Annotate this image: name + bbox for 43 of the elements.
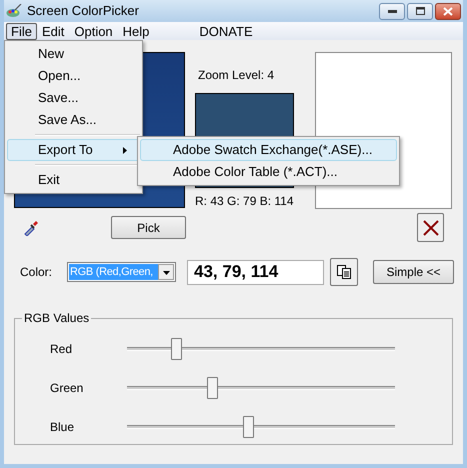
- minimize-button[interactable]: [379, 2, 405, 20]
- color-label: Color:: [20, 264, 52, 281]
- palette-icon: [6, 4, 22, 18]
- minimize-icon: [388, 10, 396, 12]
- maximize-icon: [416, 7, 424, 15]
- slider-thumb[interactable]: [242, 416, 254, 438]
- x-icon: [422, 218, 440, 236]
- menu-option[interactable]: Adobe Swatch Exchange(*.ASE)...: [140, 139, 397, 161]
- simple-mode-button[interactable]: Simple <<: [373, 260, 454, 284]
- rgb-readout: R: 43 G: 79 B: 114: [195, 193, 294, 210]
- zoom-level-label: Zoom Level: 4: [198, 67, 276, 84]
- eyedropper-icon: [23, 220, 39, 236]
- submenu-row[interactable]: Export To: [7, 139, 140, 161]
- copy-button[interactable]: [330, 258, 358, 286]
- menu-label: Export To: [38, 141, 93, 160]
- maximize-button[interactable]: [407, 2, 433, 20]
- slider-label: Green: [50, 380, 84, 397]
- slider-track[interactable]: [127, 376, 395, 400]
- slider-thumb[interactable]: [170, 338, 182, 360]
- slider-label: Blue: [50, 419, 76, 436]
- menu-item[interactable]: DONATE: [194, 22, 258, 40]
- slider-thumb[interactable]: [206, 377, 218, 399]
- close-icon: [443, 6, 453, 16]
- close-button[interactable]: [435, 2, 461, 20]
- menu-option[interactable]: Save As...: [7, 109, 140, 131]
- slider-track[interactable]: [127, 337, 395, 361]
- menu-option[interactable]: Save...: [7, 87, 140, 109]
- menu-option[interactable]: Open...: [7, 65, 140, 87]
- menu-item[interactable]: Option: [69, 22, 118, 40]
- clear-button[interactable]: [417, 213, 444, 242]
- submenu-arrow-icon: [123, 146, 127, 154]
- copy-icon: [336, 264, 352, 280]
- menu-item[interactable]: File: [6, 22, 37, 40]
- menu-option[interactable]: Adobe Color Table (*.ACT)...: [140, 161, 397, 183]
- slider-track[interactable]: [127, 415, 395, 439]
- menu-item[interactable]: Edit: [36, 22, 70, 40]
- pick-button[interactable]: Pick: [111, 216, 186, 239]
- window-title: Screen ColorPicker: [27, 2, 139, 20]
- menu-option[interactable]: Exit: [7, 169, 140, 191]
- menu-option[interactable]: New: [7, 43, 140, 65]
- slider-label: Red: [50, 341, 74, 358]
- color-value-field[interactable]: 43, 79, 114: [187, 260, 324, 284]
- menu-item[interactable]: Help: [118, 22, 154, 40]
